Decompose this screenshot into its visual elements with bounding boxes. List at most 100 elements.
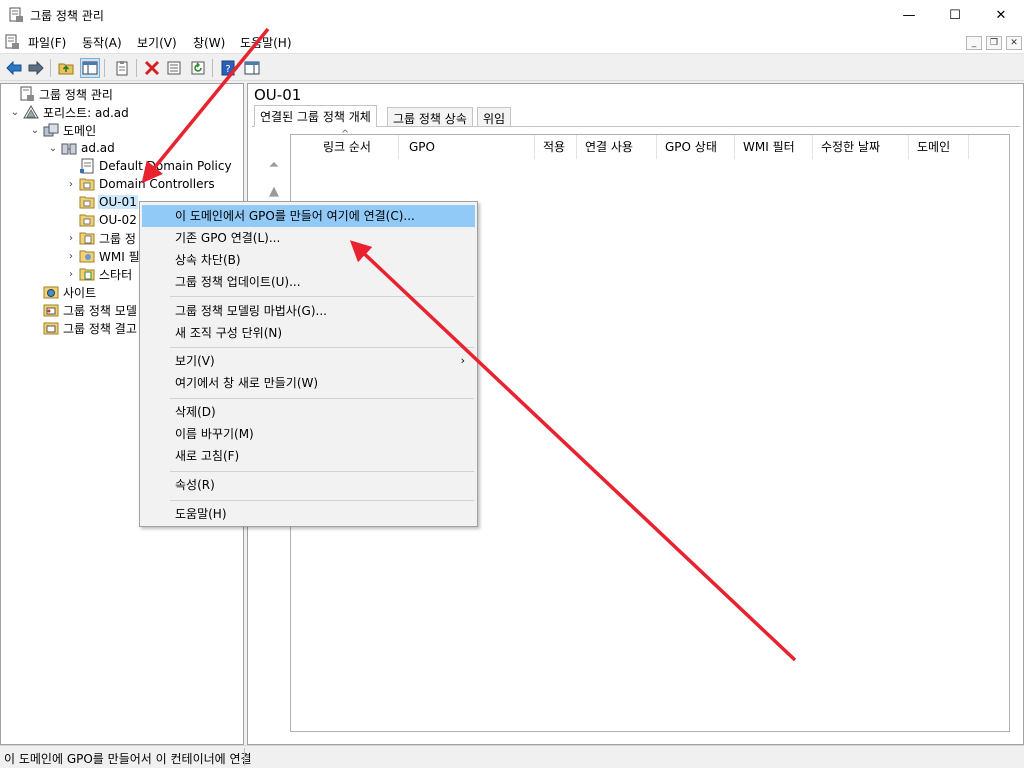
chevron-down-icon[interactable]: ⌄ (29, 125, 41, 136)
help-button[interactable]: ? (218, 58, 238, 78)
tree-node-domain-controllers[interactable]: › Domain Controllers (65, 175, 216, 193)
column-header-modified[interactable]: 수정한 날짜 (813, 135, 909, 159)
tree-label: OU-02 (99, 213, 137, 227)
menu-item-rename[interactable]: 이름 바꾸기(M) (142, 423, 475, 445)
menu-separator (170, 471, 474, 472)
menu-separator (170, 347, 474, 348)
system-menu-icon[interactable] (4, 34, 20, 50)
chevron-down-icon[interactable]: ⌄ (9, 107, 21, 118)
tree-node-ou-02[interactable]: OU-02 (65, 211, 138, 229)
menu-separator (170, 398, 474, 399)
tree-node-forest[interactable]: ⌄ 포리스트: ad.ad (9, 103, 130, 121)
tab-gpo-inheritance[interactable]: 그룹 정책 상속 (387, 107, 473, 126)
menu-item-refresh[interactable]: 새로 고침(F) (142, 445, 475, 467)
menu-window[interactable]: 창(W) (193, 34, 225, 51)
gpo-folder-icon (79, 232, 95, 245)
ou-folder-icon (79, 196, 95, 209)
menu-bar: 파일(F) 동작(A) 보기(V) 창(W) 도움말(H) _ ❐ ✕ (0, 30, 1024, 54)
menu-view[interactable]: 보기(V) (137, 34, 177, 51)
toolbar-separator (136, 59, 137, 77)
chevron-right-icon[interactable]: › (65, 251, 77, 262)
close-button[interactable]: ✕ (978, 0, 1024, 30)
tree-node-sites[interactable]: 사이트 (29, 283, 97, 301)
domain-icon (61, 143, 77, 155)
menu-separator (170, 296, 474, 297)
menu-action[interactable]: 동작(A) (82, 34, 122, 51)
properties-icon (167, 61, 181, 75)
menu-item-delete[interactable]: 삭제(D) (142, 401, 475, 423)
menu-item-block-inheritance[interactable]: 상속 차단(B) (142, 249, 475, 271)
toolbar-separator (50, 59, 51, 77)
tab-linked-gpos[interactable]: 연결된 그룹 정책 개체 (254, 105, 377, 127)
menu-file[interactable]: 파일(F) (28, 34, 66, 51)
ou-folder-icon (79, 178, 95, 191)
gpmc-icon (20, 86, 34, 101)
action-pane-icon (244, 61, 260, 75)
menu-separator (170, 500, 474, 501)
move-to-top-icon[interactable]: ⏶ (264, 158, 284, 180)
mdi-minimize-button[interactable]: _ (966, 36, 982, 50)
tree-node-results[interactable]: 그룹 정책 결고 (29, 319, 138, 337)
action-pane-button[interactable] (242, 58, 262, 78)
tree-label: ad.ad (81, 141, 115, 155)
submenu-arrow-icon: › (460, 354, 465, 367)
refresh-icon (191, 61, 205, 75)
tree-node-modeling[interactable]: 그룹 정책 모델 (29, 301, 138, 319)
menu-help[interactable]: 도움말(H) (240, 34, 292, 51)
tree-node-domain-ad[interactable]: ⌄ ad.ad (47, 139, 116, 157)
toolbar: ? (0, 55, 1024, 81)
clipboard-button[interactable] (112, 58, 132, 78)
chevron-down-icon[interactable]: ⌄ (47, 143, 59, 154)
tree-node-gpo-objects[interactable]: › 그룹 정 (65, 229, 137, 247)
up-level-button[interactable] (56, 58, 76, 78)
tree-node-wmi-filters[interactable]: › WMI 필 (65, 247, 141, 265)
show-hide-console-tree-button[interactable] (80, 58, 100, 78)
menu-item-label: 보기(V) (175, 354, 215, 368)
refresh-button[interactable] (188, 58, 208, 78)
chevron-right-icon[interactable]: › (65, 233, 77, 244)
tree-node-domains[interactable]: ⌄ 도메인 (29, 121, 97, 139)
domains-icon (43, 123, 59, 137)
maximize-button[interactable]: ☐ (932, 0, 978, 30)
minimize-button[interactable]: — (886, 0, 932, 30)
menu-item-modeling-wizard[interactable]: 그룹 정책 모델링 마법사(G)... (142, 300, 475, 322)
window-title: 그룹 정책 관리 (30, 9, 104, 23)
tree-label: 포리스트: ad.ad (43, 105, 129, 120)
tree-label: 그룹 정책 모델 (63, 303, 137, 318)
menu-item-group-policy-update[interactable]: 그룹 정책 업데이트(U)... (142, 271, 475, 293)
menu-item-new-window-from-here[interactable]: 여기에서 창 새로 만들기(W) (142, 372, 475, 394)
column-header-gpo[interactable]: GPO (401, 135, 535, 159)
column-header-gpo-status[interactable]: GPO 상태 (657, 135, 735, 159)
tree-node-ou-01[interactable]: OU-01 (65, 193, 138, 211)
menu-item-new-ou[interactable]: 새 조직 구성 단위(N) (142, 322, 475, 344)
menu-item-properties[interactable]: 속성(R) (142, 474, 475, 496)
modeling-icon (43, 304, 59, 317)
tree-label: 스타터 (99, 267, 133, 282)
menu-item-link-existing-gpo[interactable]: 기존 GPO 연결(L)... (142, 227, 475, 249)
tree-node-gpmc-root[interactable]: 그룹 정책 관리 (5, 85, 114, 103)
column-header-link-order[interactable]: 링크 순서 (291, 135, 399, 159)
column-header-wmi-filter[interactable]: WMI 필터 (735, 135, 813, 159)
menu-item-create-gpo-and-link[interactable]: 이 도메인에서 GPO를 만들어 여기에 연결(C)... (142, 205, 475, 227)
column-header-link-enabled[interactable]: 연결 사용 (577, 135, 657, 159)
mdi-close-button[interactable]: ✕ (1006, 36, 1022, 50)
tree-label: WMI 필 (99, 249, 140, 264)
properties-button[interactable] (164, 58, 184, 78)
column-header-domain[interactable]: 도메인 (909, 135, 969, 159)
chevron-right-icon[interactable]: › (65, 269, 77, 280)
results-icon (43, 322, 59, 335)
tab-delegation[interactable]: 위임 (477, 107, 512, 126)
chevron-right-icon[interactable]: › (65, 179, 77, 190)
delete-button[interactable] (142, 58, 162, 78)
menu-item-view[interactable]: 보기(V) › (142, 350, 475, 372)
forward-button[interactable] (26, 58, 46, 78)
tree-node-default-domain-policy[interactable]: Default Domain Policy (65, 157, 233, 175)
column-header-enforced[interactable]: 적용 (535, 135, 577, 159)
tree-node-starter-gpos[interactable]: › 스타터 (65, 265, 133, 283)
gpmc-app-icon (9, 7, 23, 22)
delete-x-icon (144, 60, 160, 76)
mdi-restore-button[interactable]: ❐ (986, 36, 1002, 50)
menu-item-help[interactable]: 도움말(H) (142, 503, 475, 525)
back-button[interactable] (4, 58, 24, 78)
back-arrow-icon (6, 60, 22, 76)
